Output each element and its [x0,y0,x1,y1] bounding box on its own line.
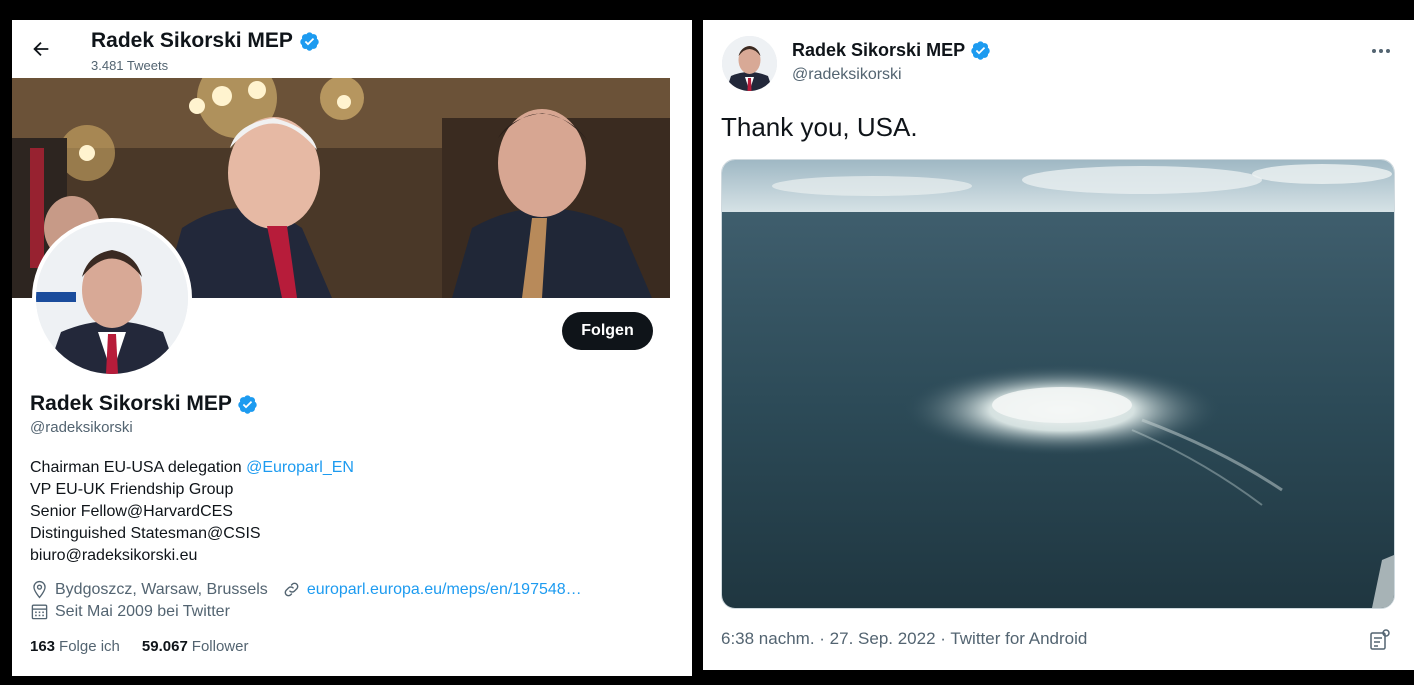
profile-name: Radek Sikorski MEP [30,392,232,415]
avatar-photo-drawing [36,222,188,374]
following-count: 163 [30,638,56,655]
profile-location: Bydgoszcz, Warsaw, Brussels [55,580,268,598]
bio-line-5: biuro@radeksikorski.eu [30,547,198,564]
bio-line-1-text: Chairman EU-USA delegation [30,459,247,476]
tweet-author-handle[interactable]: @radeksikorski [792,66,902,84]
follow-button[interactable]: Folgen [562,312,653,350]
verified-badge-icon [971,41,990,60]
location-pin-icon [33,580,46,599]
bio-line-3: Senior Fellow@HarvardCES [30,503,233,520]
profile-meta-row-2: Seit Mai 2009 bei Twitter [30,602,230,621]
tweet-author-name-row: Radek Sikorski MEP [792,40,991,61]
profile-bio: Chairman EU-USA delegation @Europarl_EN … [30,457,354,567]
bio-line-1: Chairman EU-USA delegation @Europarl_EN [30,457,354,479]
tweet-author-name[interactable]: Radek Sikorski MEP [792,40,965,61]
profile-avatar[interactable] [32,218,192,378]
tweet-media-image[interactable] [721,159,1395,609]
profile-stats: 163 Folge ich 59.067 Follower [30,638,248,655]
profile-panel: Radek Sikorski MEP 3.481 Tweets Folgen R… [12,20,692,676]
tweet-meta: 6:38 nachm. · 27. Sep. 2022 · Twitter fo… [721,629,1088,648]
bio-line-2: VP EU-UK Friendship Group [30,481,234,498]
tweet-text: Thank you, USA. [721,112,918,142]
tweet-author-avatar[interactable] [722,36,777,91]
profile-meta-row-1: Bydgoszcz, Warsaw, Brussels europarl.eur… [30,580,582,599]
header-name-row: Radek Sikorski MEP [91,29,320,53]
tweet-count: 3.481 Tweets [91,58,169,73]
tweet-panel: Radek Sikorski MEP @radeksikorski Thank … [703,20,1414,670]
following-stat[interactable]: 163 Folge ich [30,638,120,655]
link-icon [284,582,299,597]
followers-count: 59.067 [141,638,188,655]
verified-badge-icon [300,31,319,51]
more-dots-icon[interactable] [1371,48,1391,54]
tweet-avatar-drawing [722,36,777,91]
sea-photo-drawing [722,160,1394,608]
header-name: Radek Sikorski MEP [91,29,293,52]
verified-badge-icon [238,394,257,414]
bio-line-4: Distinguished Statesman@CSIS [30,525,261,542]
profile-name-row: Radek Sikorski MEP [30,392,258,416]
back-arrow-icon[interactable] [30,38,52,60]
profile-handle: @radeksikorski [30,419,133,436]
analytics-icon[interactable] [1368,628,1392,652]
profile-joined: Seit Mai 2009 bei Twitter [55,602,230,620]
following-label: Folge ich [59,638,120,655]
calendar-icon [31,604,48,620]
followers-label: Follower [191,638,249,655]
europarl-mention-link[interactable]: @Europarl_EN [246,459,354,476]
followers-stat[interactable]: 59.067 Follower [142,638,249,655]
profile-website-link[interactable]: europarl.europa.eu/meps/en/197548… [307,581,582,599]
